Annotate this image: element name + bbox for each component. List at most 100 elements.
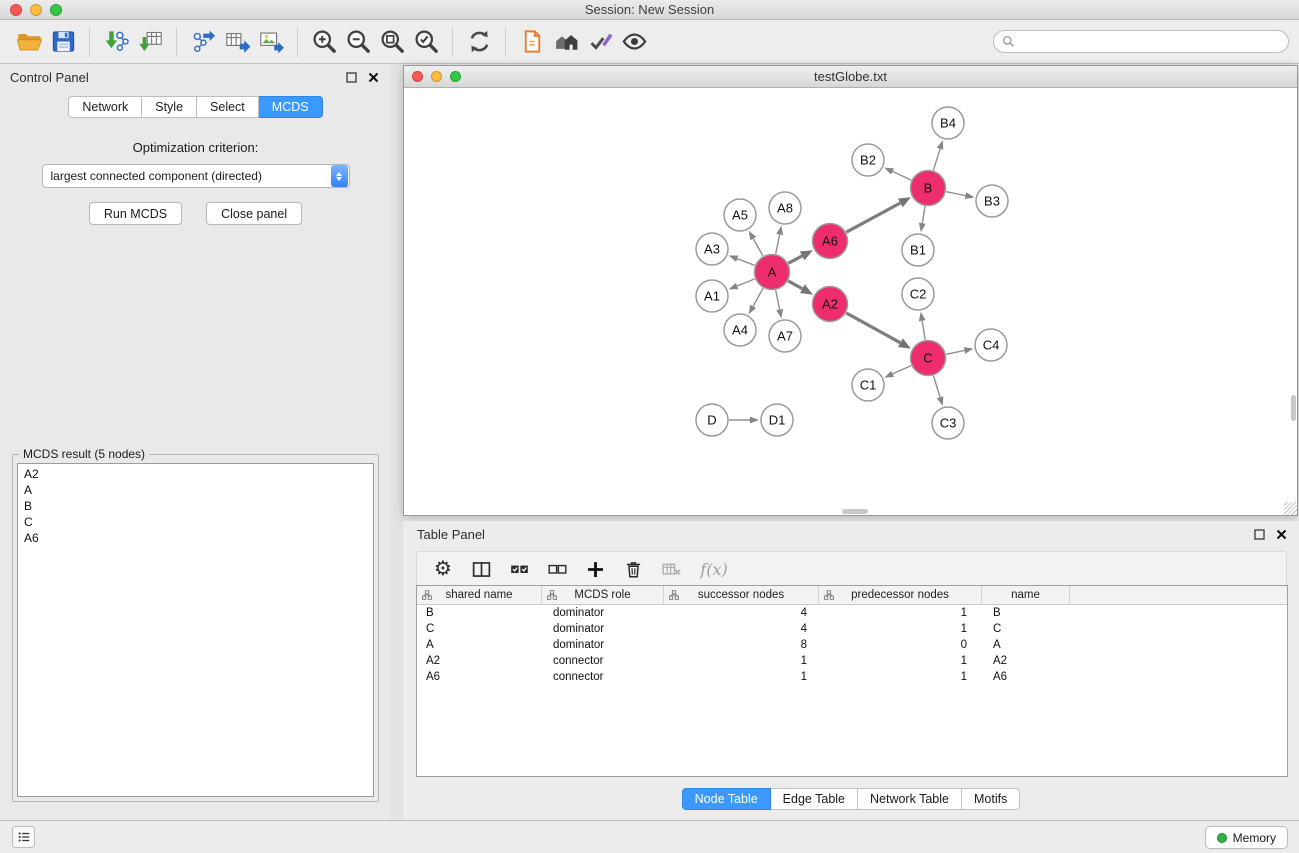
task-history-button[interactable] bbox=[12, 826, 35, 848]
tab-motifs[interactable]: Motifs bbox=[962, 788, 1020, 810]
optimization-criterion-label: Optimization criterion: bbox=[0, 140, 391, 155]
select-all-button[interactable] bbox=[503, 554, 535, 584]
list-item[interactable]: C bbox=[18, 514, 373, 530]
table-header-row: shared name MCDS role successor nodes pr… bbox=[417, 586, 1287, 605]
float-panel-button[interactable] bbox=[343, 69, 359, 85]
zoom-out-button[interactable] bbox=[341, 25, 375, 59]
tab-node-table[interactable]: Node Table bbox=[682, 788, 771, 810]
list-item[interactable]: B bbox=[18, 498, 373, 514]
vertical-splitter[interactable] bbox=[391, 64, 403, 820]
mcds-result-title: MCDS result (5 nodes) bbox=[19, 447, 149, 461]
list-item[interactable]: A6 bbox=[18, 530, 373, 546]
run-mcds-button[interactable]: Run MCDS bbox=[89, 202, 182, 225]
column-header-shared-name[interactable]: shared name bbox=[417, 586, 542, 604]
zoom-fit-button[interactable] bbox=[375, 25, 409, 59]
zoom-selected-button[interactable] bbox=[409, 25, 443, 59]
criterion-dropdown[interactable]: largest connected component (directed) bbox=[42, 164, 350, 188]
column-type-icon bbox=[824, 590, 834, 600]
table-row[interactable]: A2 connector 1 1 A2 bbox=[417, 653, 1287, 669]
export-network-button[interactable] bbox=[186, 25, 220, 59]
column-type-icon bbox=[547, 590, 557, 600]
show-hide-button[interactable] bbox=[617, 25, 651, 59]
minimize-window-icon[interactable] bbox=[30, 4, 42, 16]
list-item[interactable]: A bbox=[18, 482, 373, 498]
close-icon bbox=[1276, 529, 1287, 540]
tab-edge-table[interactable]: Edge Table bbox=[771, 788, 858, 810]
export-network-icon bbox=[190, 28, 217, 55]
close-window-icon[interactable] bbox=[10, 4, 22, 16]
minimize-network-window-icon[interactable] bbox=[431, 71, 442, 82]
delete-column-button[interactable] bbox=[617, 554, 649, 584]
close-panel-button[interactable] bbox=[365, 69, 381, 85]
column-header-predecessor-nodes[interactable]: predecessor nodes bbox=[819, 586, 982, 604]
column-header-name[interactable]: name bbox=[982, 586, 1070, 604]
column-header-successor-nodes[interactable]: successor nodes bbox=[664, 586, 819, 604]
search-field[interactable] bbox=[993, 30, 1289, 53]
home-button[interactable] bbox=[549, 25, 583, 59]
show-columns-button[interactable] bbox=[465, 554, 497, 584]
close-panel-button-2[interactable]: Close panel bbox=[206, 202, 302, 225]
network-graph[interactable]: AA1A2A3A4A5A6A7A8BB1B2B3B4CC1C2C3C4DD1 bbox=[404, 88, 1297, 515]
export-table-icon bbox=[224, 28, 251, 55]
graph-node-label: A8 bbox=[777, 201, 793, 216]
network-window-titlebar[interactable]: testGlobe.txt bbox=[404, 66, 1297, 88]
delete-table-button[interactable] bbox=[655, 554, 687, 584]
check-style-button[interactable] bbox=[583, 25, 617, 59]
toolbar-separator bbox=[176, 27, 177, 57]
maximize-window-icon[interactable] bbox=[50, 4, 62, 16]
graph-node-label: C4 bbox=[983, 338, 1000, 353]
horizontal-scrollbar[interactable] bbox=[842, 509, 868, 514]
tab-style[interactable]: Style bbox=[142, 96, 197, 118]
table-row[interactable]: B dominator 4 1 B bbox=[417, 605, 1287, 621]
network-canvas[interactable]: AA1A2A3A4A5A6A7A8BB1B2B3B4CC1C2C3C4DD1 bbox=[404, 88, 1297, 515]
graph-node-label: B1 bbox=[910, 243, 926, 258]
export-image-button[interactable] bbox=[254, 25, 288, 59]
export-table-button[interactable] bbox=[220, 25, 254, 59]
table-row[interactable]: A dominator 8 0 A bbox=[417, 637, 1287, 653]
control-panel: Control Panel Network Style Select MCDS … bbox=[0, 64, 391, 820]
refresh-layout-button[interactable] bbox=[462, 25, 496, 59]
deselect-all-button[interactable] bbox=[541, 554, 573, 584]
zoom-in-icon bbox=[311, 28, 338, 55]
vertical-scrollbar[interactable] bbox=[1291, 395, 1296, 421]
tab-network-table[interactable]: Network Table bbox=[858, 788, 962, 810]
document-arrow-icon bbox=[519, 28, 546, 55]
memory-label: Memory bbox=[1233, 831, 1276, 845]
zoom-fit-icon bbox=[379, 28, 406, 55]
table-settings-button[interactable]: ⚙ bbox=[427, 554, 459, 584]
first-neighbors-button[interactable] bbox=[515, 25, 549, 59]
network-traffic-lights bbox=[412, 71, 461, 82]
tab-select[interactable]: Select bbox=[197, 96, 259, 118]
import-table-button[interactable] bbox=[133, 25, 167, 59]
network-window-title: testGlobe.txt bbox=[814, 69, 887, 84]
add-column-button[interactable] bbox=[579, 554, 611, 584]
graph-node-label: A bbox=[768, 265, 777, 280]
tab-network[interactable]: Network bbox=[68, 96, 142, 118]
search-input[interactable] bbox=[1015, 31, 1288, 52]
function-builder-button[interactable]: f(x) bbox=[693, 554, 735, 584]
resize-grip[interactable] bbox=[1284, 502, 1297, 515]
table-panel: Table Panel ⚙ bbox=[403, 521, 1299, 818]
mcds-result-list[interactable]: A2 A B C A6 bbox=[17, 463, 374, 797]
column-header-mcds-role[interactable]: MCDS role bbox=[542, 586, 664, 604]
graph-node-label: A1 bbox=[704, 289, 720, 304]
float-table-panel-button[interactable] bbox=[1251, 526, 1267, 542]
column-type-icon bbox=[669, 590, 679, 600]
graph-node-label: A2 bbox=[822, 297, 838, 312]
save-session-button[interactable] bbox=[46, 25, 80, 59]
tab-mcds[interactable]: MCDS bbox=[259, 96, 323, 118]
close-network-window-icon[interactable] bbox=[412, 71, 423, 82]
table-panel-title: Table Panel bbox=[417, 527, 485, 542]
maximize-network-window-icon[interactable] bbox=[450, 71, 461, 82]
import-network-icon bbox=[103, 28, 130, 55]
close-table-panel-button[interactable] bbox=[1273, 526, 1289, 542]
list-item[interactable]: A2 bbox=[18, 466, 373, 482]
table-row[interactable]: C dominator 4 1 C bbox=[417, 621, 1287, 637]
open-session-button[interactable] bbox=[12, 25, 46, 59]
import-network-button[interactable] bbox=[99, 25, 133, 59]
memory-button[interactable]: Memory bbox=[1205, 826, 1288, 849]
zoom-in-button[interactable] bbox=[307, 25, 341, 59]
zoom-out-icon bbox=[345, 28, 372, 55]
graph-node-label: B4 bbox=[940, 116, 956, 131]
table-row[interactable]: A6 connector 1 1 A6 bbox=[417, 669, 1287, 685]
